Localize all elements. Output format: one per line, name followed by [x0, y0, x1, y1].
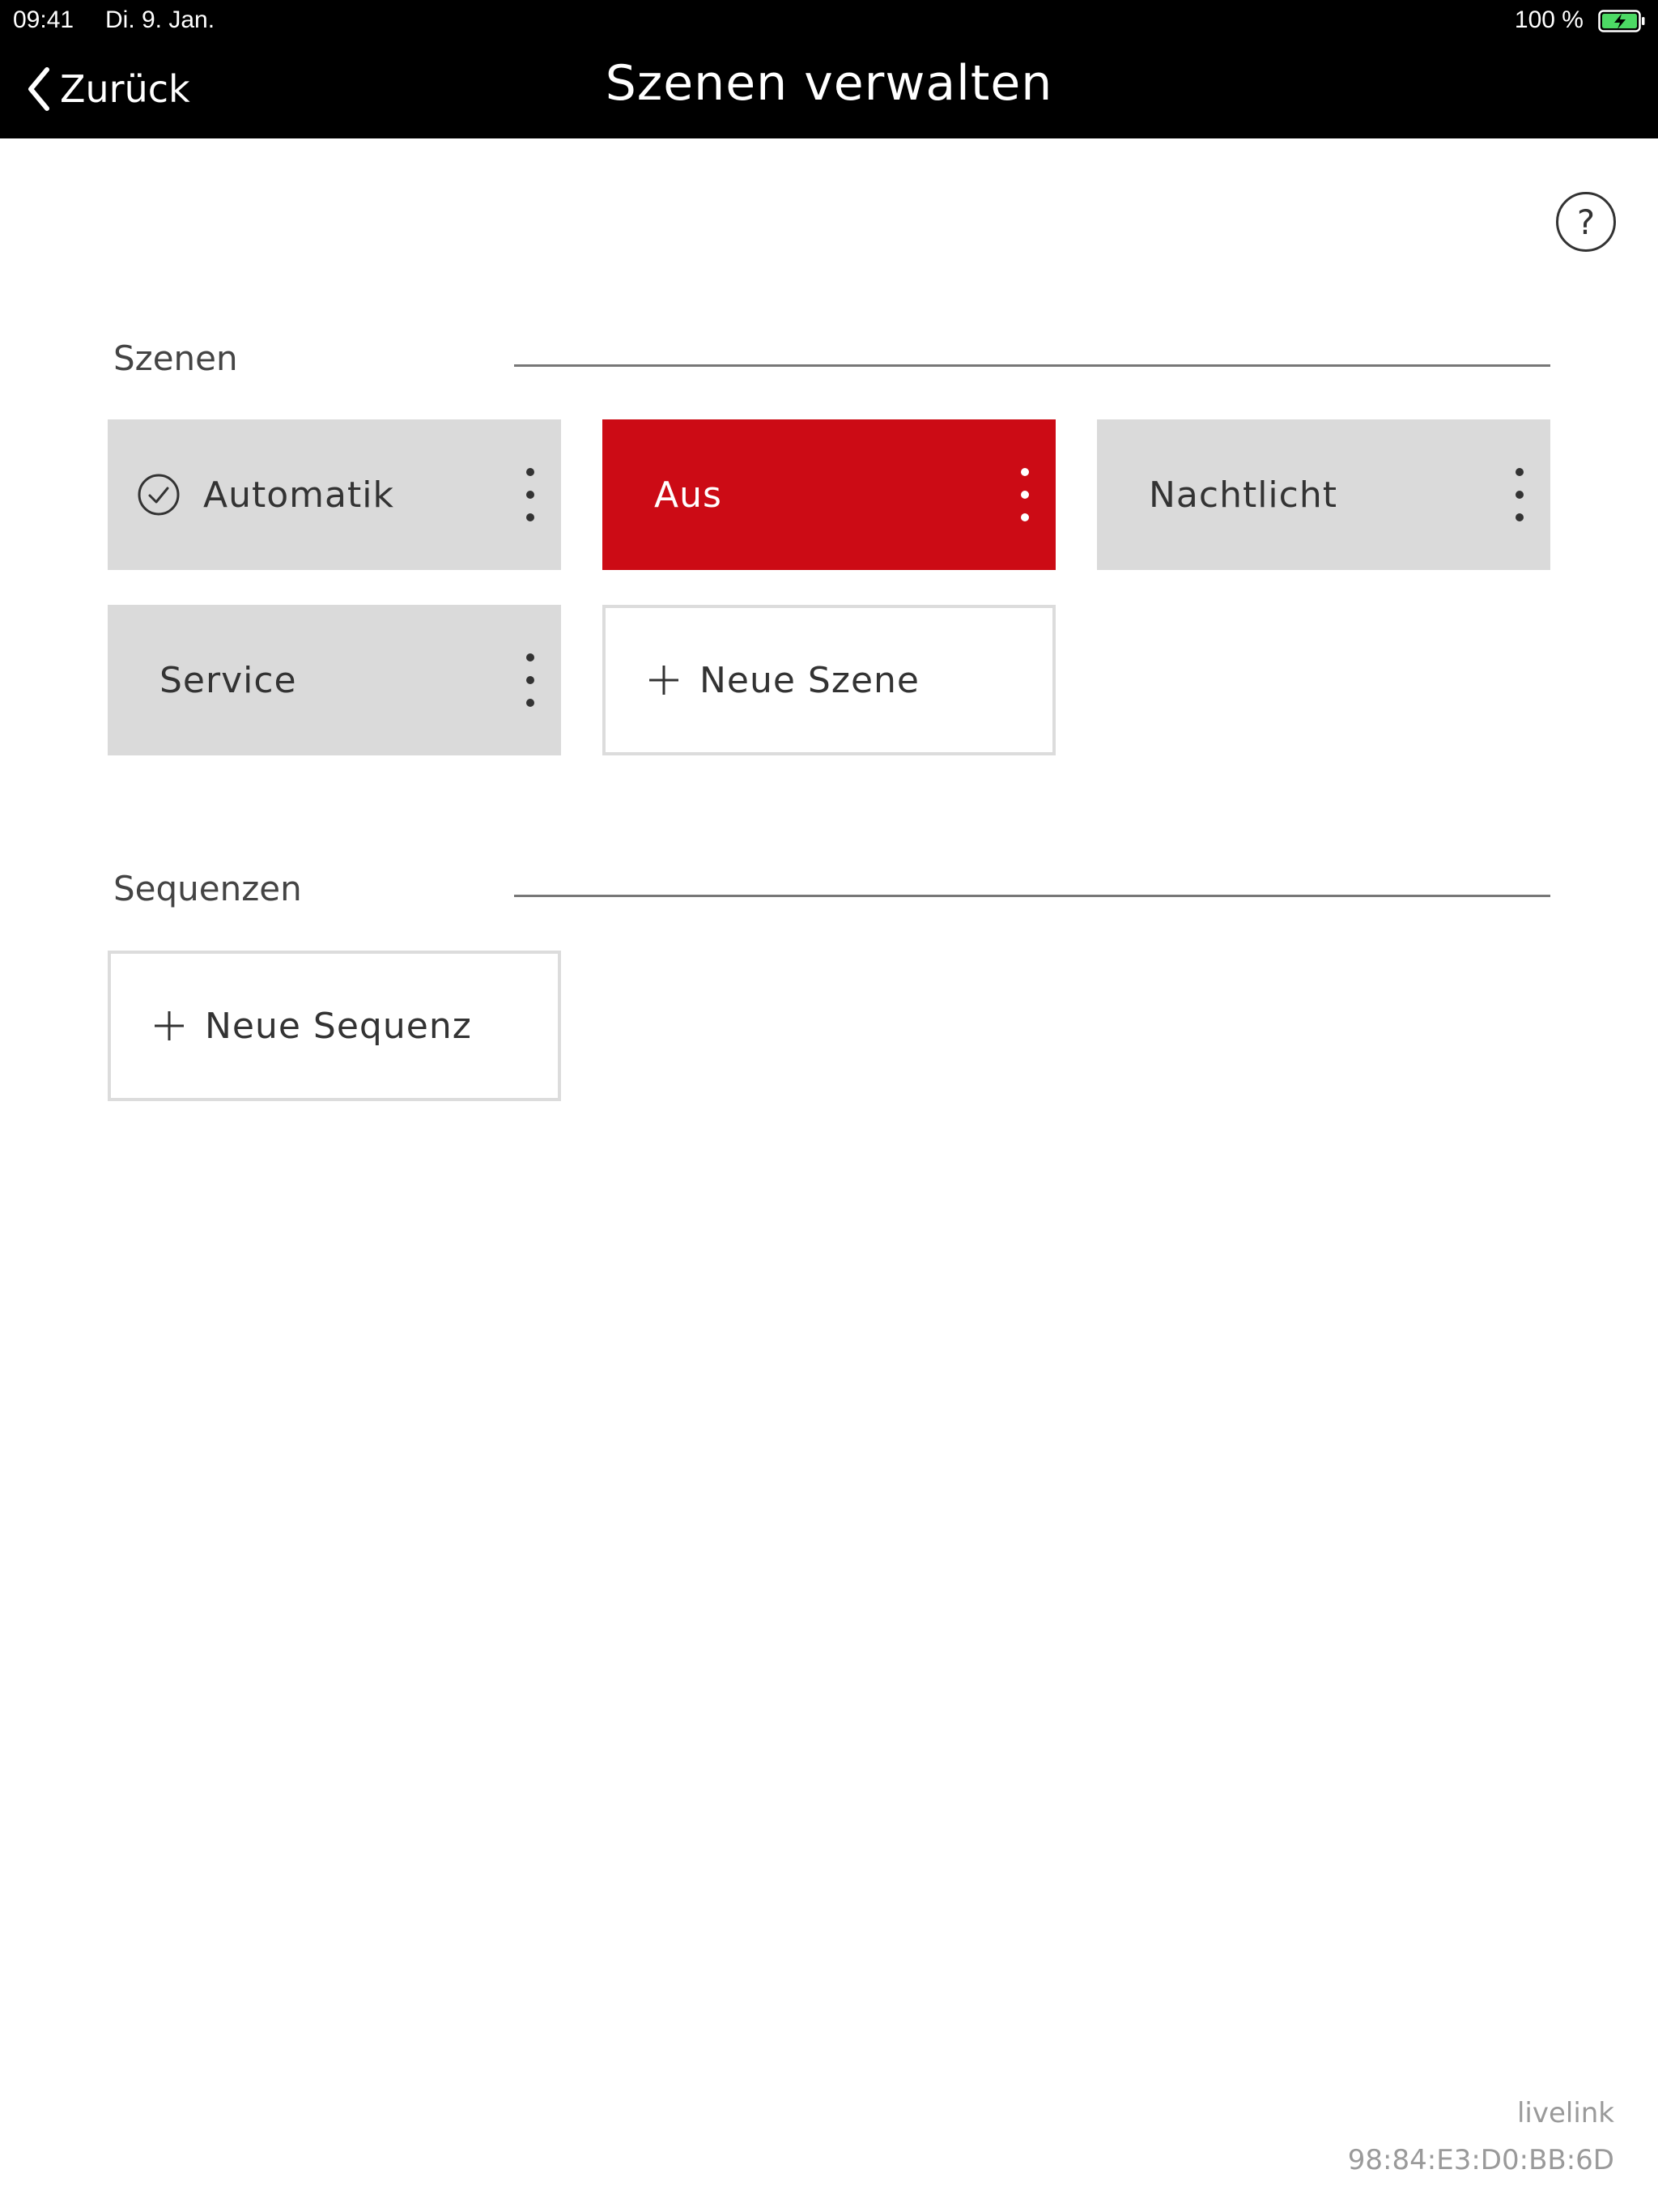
device-name: livelink	[1516, 2097, 1614, 2129]
add-scene-button[interactable]: Neue Szene	[602, 605, 1056, 755]
section-title-scenes: Szenen	[113, 338, 238, 378]
status-date: Di. 9. Jan.	[105, 6, 215, 33]
more-vertical-icon[interactable]	[522, 653, 538, 707]
scene-tile-nachtlicht[interactable]: Nachtlicht	[1097, 419, 1550, 570]
device-mac-address: 98:84:E3:D0:BB:6D	[1347, 2144, 1614, 2176]
more-vertical-icon[interactable]	[1017, 468, 1033, 521]
scene-label: Nachtlicht	[1149, 474, 1337, 516]
top-bar: 09:41 Di. 9. Jan. 100 % Zurück Szenen ve…	[0, 0, 1658, 138]
battery-charging-icon	[1598, 10, 1645, 32]
plus-icon	[649, 666, 678, 695]
plus-icon	[155, 1011, 184, 1040]
section-title-sequences: Sequenzen	[113, 869, 302, 908]
scene-tile-service[interactable]: Service	[108, 605, 561, 755]
battery-percentage: 100 %	[1514, 6, 1584, 33]
scene-label: Aus	[654, 474, 722, 516]
check-circle-icon	[138, 474, 180, 516]
add-sequence-button[interactable]: Neue Sequenz	[108, 951, 561, 1101]
scene-label: Service	[159, 659, 297, 701]
more-vertical-icon[interactable]	[522, 468, 538, 521]
status-time: 09:41	[13, 6, 74, 33]
section-divider	[514, 364, 1550, 367]
add-sequence-label: Neue Sequenz	[205, 1005, 472, 1047]
help-button[interactable]: ?	[1556, 192, 1616, 252]
scene-tile-aus[interactable]: Aus	[602, 419, 1056, 570]
scene-tile-automatik[interactable]: Automatik	[108, 419, 561, 570]
question-mark-icon: ?	[1576, 202, 1596, 242]
scene-label: Automatik	[203, 474, 394, 516]
add-scene-label: Neue Szene	[699, 659, 920, 701]
section-divider	[514, 895, 1550, 897]
page-title: Szenen verwalten	[605, 55, 1053, 112]
more-vertical-icon[interactable]	[1511, 468, 1528, 521]
